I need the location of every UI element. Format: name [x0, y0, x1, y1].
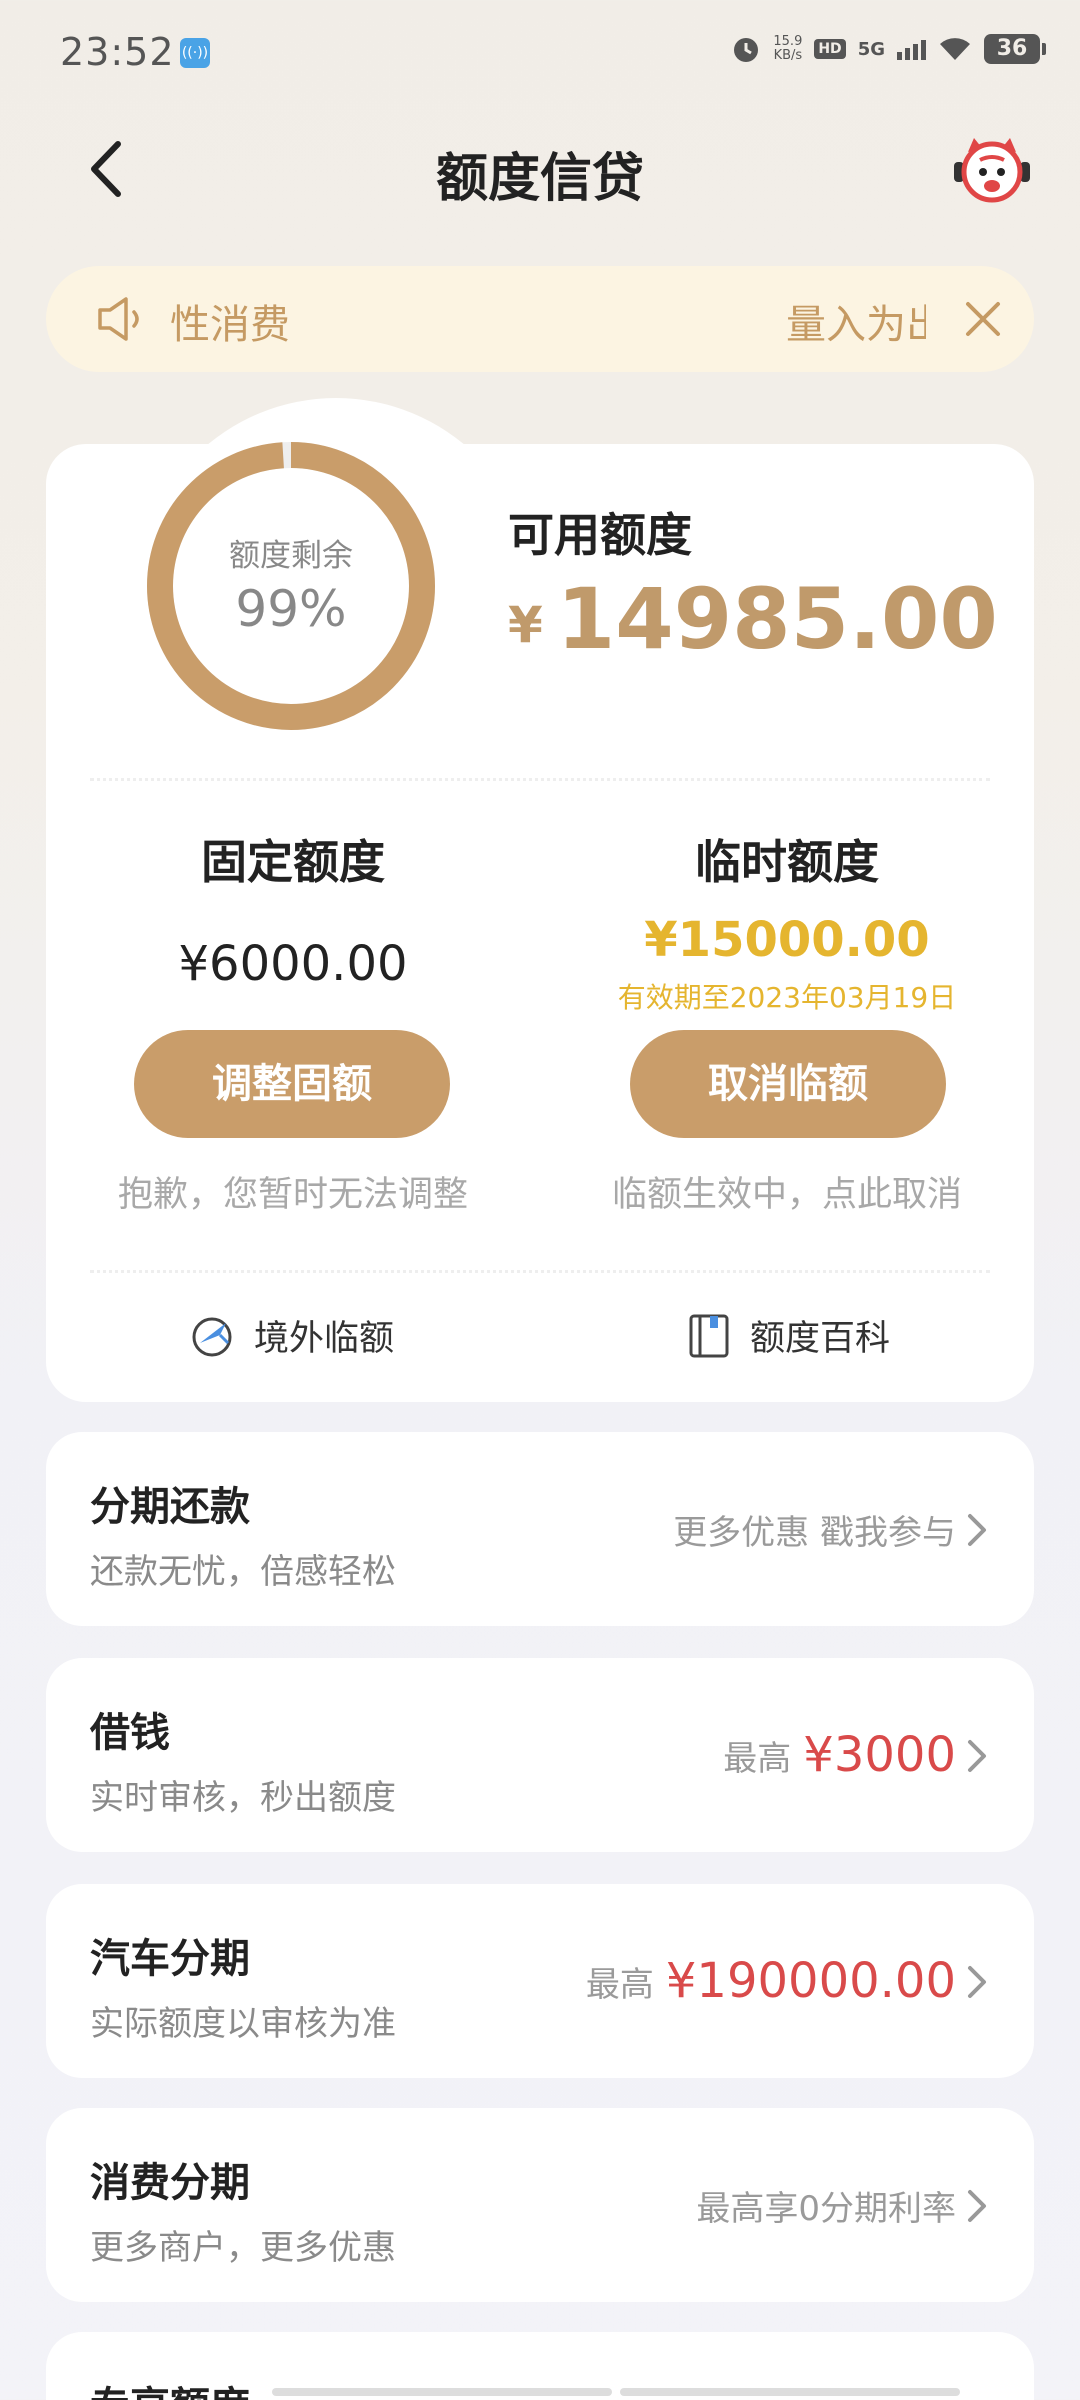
credit-summary-card: 额度剩余 99% 可用额度 ¥14985.00 固定额度 ¥6000.00 临时… — [46, 398, 1034, 1402]
list-item-subtitle: 实际额度以审核为准 — [90, 2004, 396, 2044]
credit-encyclopedia-link[interactable]: 额度百科 — [686, 1310, 890, 1361]
temporary-credit-title: 临时额度 — [695, 835, 879, 889]
list-item-prefix: 最高 — [723, 1738, 792, 1779]
divider — [90, 1270, 990, 1273]
ring-percent: 99% — [235, 580, 347, 638]
temporary-credit-amount: ¥15000.00 — [644, 912, 930, 968]
chevron-right-icon — [968, 1740, 986, 1772]
fixed-credit-hint: 抱歉，您暂时无法调整 — [117, 1175, 468, 1215]
list-item-subtitle: 更多商户，更多优惠 — [90, 2228, 396, 2268]
wifi-icon — [940, 38, 970, 60]
chevron-right-icon — [968, 2190, 986, 2222]
adjust-fixed-credit-button[interactable]: 调整固额 — [134, 1030, 450, 1138]
list-item-consumer-installment[interactable]: 消费分期 更多商户，更多优惠 最高享0分期利率 — [46, 2108, 1034, 2302]
battery-icon: 36 — [984, 34, 1046, 64]
notice-text: 性消费 — [170, 302, 290, 348]
list-item-right: 最高 ¥190000.00 — [586, 1884, 956, 2078]
list-item-prefix: 最高 — [585, 1964, 654, 2005]
credit-encyclopedia-label: 额度百科 — [750, 1319, 891, 1359]
net-speed: 15.9 KB/s — [773, 34, 803, 63]
list-item-title: 消费分期 — [90, 2160, 250, 2206]
notice-banner[interactable]: 性消费 量入为出 — [46, 266, 1034, 372]
network-type: 5G — [857, 38, 885, 60]
hd-badge: HD — [814, 39, 846, 59]
alarm-icon — [734, 38, 759, 62]
list-item-borrow[interactable]: 借钱 实时审核，秒出额度 最高 ¥3000 — [46, 1658, 1034, 1852]
divider — [90, 778, 990, 781]
list-item-title: 分期还款 — [90, 1484, 250, 1530]
page-title: 额度信贷 — [435, 149, 644, 209]
exclusive-credit-card[interactable]: 专享额度 — [46, 2332, 1034, 2400]
notification-app-icon: ((·)) — [180, 38, 210, 68]
overseas-credit-link[interactable]: 境外临额 — [190, 1310, 394, 1361]
fixed-credit-title: 固定额度 — [201, 835, 385, 889]
exclusive-credit-title: 专享额度 — [90, 2374, 250, 2400]
list-item-right: 最高享0分期利率 — [696, 2108, 956, 2302]
ring-label: 额度剩余 — [229, 538, 353, 574]
close-icon[interactable] — [958, 294, 1008, 344]
fixed-credit-amount: ¥6000.00 — [178, 936, 408, 992]
chevron-right-icon — [968, 1966, 986, 1998]
list-item-subtitle: 实时审核，秒出额度 — [90, 1778, 396, 1818]
list-item-promo: 更多优惠 戳我参与 — [673, 1512, 956, 1553]
list-item-subtitle: 还款无忧，倍感轻松 — [90, 1552, 396, 1592]
list-item-amount: ¥190000.00 — [665, 1953, 956, 2009]
temporary-credit-section: 临时额度 ¥15000.00 有效期至2023年03月19日 — [540, 826, 1034, 1016]
list-item-amount: ¥3000 — [803, 1727, 956, 1783]
available-credit-value: 14985.00 — [556, 570, 998, 668]
temporary-credit-expiry: 有效期至2023年03月19日 — [617, 981, 957, 1014]
status-icons: 15.9 KB/s HD 5G 36 — [731, 34, 1046, 64]
list-item-right: 更多优惠 戳我参与 — [673, 1432, 956, 1626]
customer-service-mascot-icon[interactable] — [954, 134, 1030, 204]
list-item-promo: 最高享0分期利率 — [696, 2188, 956, 2229]
plane-globe-icon — [192, 1317, 232, 1356]
chevron-right-icon — [968, 1514, 986, 1546]
overseas-credit-label: 境外临额 — [254, 1319, 395, 1359]
list-item-right: 最高 ¥3000 — [723, 1658, 956, 1852]
page-header: 额度信贷 — [0, 110, 1080, 230]
list-item-title: 借钱 — [90, 1710, 170, 1756]
available-credit-label: 可用额度 — [508, 508, 692, 562]
exclusive-credit-tabs — [272, 2388, 960, 2396]
list-item-title: 汽车分期 — [90, 1936, 250, 1982]
available-credit-amount: ¥14985.00 — [508, 570, 998, 668]
cancel-temporary-credit-button[interactable]: 取消临额 — [630, 1030, 946, 1138]
list-item-car-installment[interactable]: 汽车分期 实际额度以审核为准 最高 ¥190000.00 — [46, 1884, 1034, 2078]
status-time: 23:52 — [60, 30, 175, 74]
speaker-icon — [98, 297, 139, 341]
fixed-credit-section: 固定额度 ¥6000.00 — [46, 826, 540, 992]
notice-text-scrolling: 量入为出 — [786, 302, 926, 348]
status-bar: 23:52 ((·)) 15.9 KB/s HD 5G 36 — [0, 0, 1080, 110]
signal-icon — [897, 38, 926, 60]
temporary-credit-hint[interactable]: 临额生效中，点此取消 — [540, 1166, 1034, 1217]
currency-symbol: ¥ — [508, 596, 543, 654]
list-item-installment-repayment[interactable]: 分期还款 还款无忧，倍感轻松 更多优惠 戳我参与 — [46, 1432, 1034, 1626]
book-icon — [689, 1314, 729, 1357]
